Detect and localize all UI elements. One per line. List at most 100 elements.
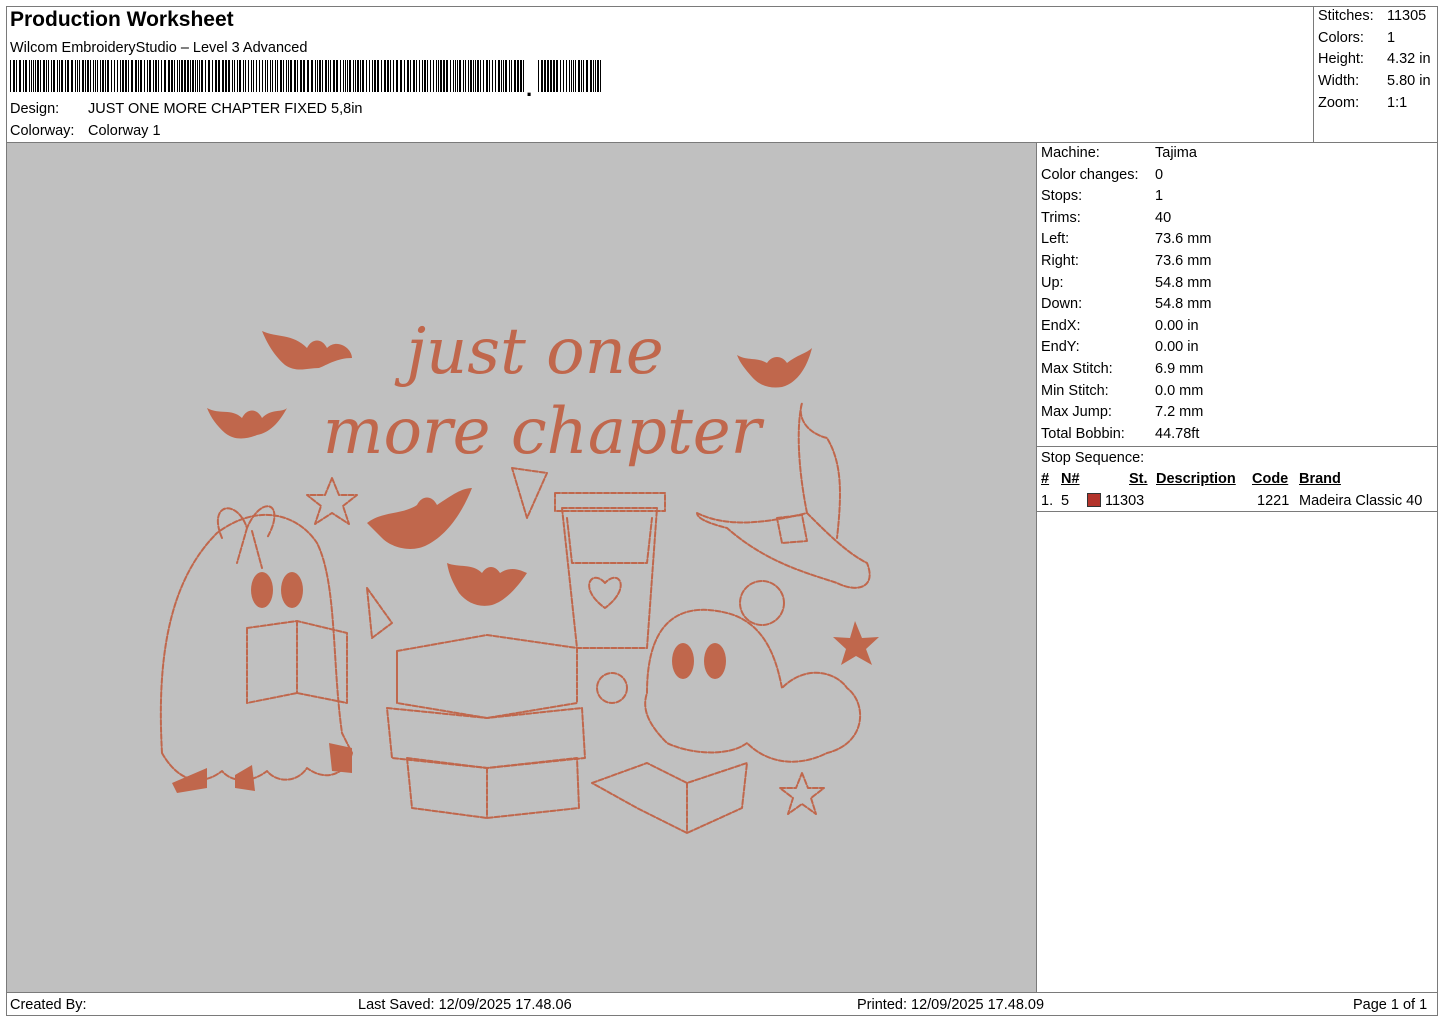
page-number: Page 1 of 1 — [1353, 997, 1428, 1013]
stat-value: 1:1 — [1387, 94, 1408, 111]
stat-row: Stitches: 11305 — [1318, 8, 1438, 30]
stat-label: Stitches: — [1318, 8, 1374, 24]
info-value: Tajima — [1155, 145, 1197, 161]
bat-top-right — [737, 348, 812, 388]
book-stack-bottom — [406, 757, 580, 819]
stop-sequence-row: 1. 5 11303 1221 Madeira Classic 40 — [1041, 493, 1437, 513]
info-label: Machine: — [1041, 145, 1100, 161]
info-bottom-rule — [1036, 446, 1438, 447]
left-ghost-outline — [159, 513, 353, 781]
bat-center — [447, 563, 527, 606]
stat-row: Height: 4.32 in — [1318, 51, 1438, 73]
info-label: Max Jump: — [1041, 404, 1112, 421]
info-row: Up: 54.8 mm — [1041, 275, 1437, 297]
info-row: EndY: 0.00 in — [1041, 339, 1437, 361]
stop-sequence-rule — [1036, 511, 1438, 512]
info-label: Left: — [1041, 231, 1070, 248]
colorway-label: Colorway: — [10, 123, 75, 139]
panel-divider — [1036, 143, 1037, 992]
colorway-row: Colorway: Colorway 1 — [10, 123, 161, 139]
bat-top-left — [262, 331, 352, 370]
info-value: 0.00 in — [1155, 317, 1199, 334]
flower-small — [596, 672, 628, 704]
design-label: Design: — [10, 101, 60, 117]
coffee-cup-heart — [588, 576, 622, 609]
info-row: Left: 73.6 mm — [1041, 231, 1437, 253]
info-row: Trims: 40 — [1041, 210, 1437, 232]
footer-rule — [6, 992, 1438, 993]
stat-label: Height: — [1318, 51, 1364, 68]
stop-code: 1221 — [1257, 493, 1290, 509]
info-row: Machine: Tajima — [1041, 145, 1437, 167]
color-swatch — [1087, 493, 1101, 510]
book-stack-top — [396, 634, 578, 719]
info-row: Max Jump: 7.2 mm — [1041, 404, 1437, 426]
bat-left — [207, 408, 287, 439]
star-filled — [833, 621, 879, 665]
info-value: 40 — [1155, 209, 1172, 226]
info-row: Down: 54.8 mm — [1041, 296, 1437, 318]
stat-value: 11305 — [1387, 8, 1427, 24]
svg-text:,: , — [526, 76, 532, 96]
embroidery-artwork: just one more chapter — [159, 315, 879, 834]
colorway-value: Colorway 1 — [88, 123, 161, 139]
info-value: 1 — [1155, 188, 1164, 205]
swatch-chip — [1087, 493, 1101, 507]
info-value: 44.78ft — [1155, 425, 1200, 442]
info-label: Right: — [1041, 252, 1079, 269]
star-outline-left — [306, 477, 358, 525]
col-code: Code — [1252, 471, 1289, 487]
candy-corn-top — [511, 467, 548, 519]
col-num: # — [1041, 471, 1050, 487]
stat-value: 4.32 in — [1387, 51, 1431, 68]
col-description: Description — [1156, 471, 1236, 487]
stat-row: Colors: 1 — [1318, 30, 1438, 52]
info-row: Right: 73.6 mm — [1041, 253, 1437, 275]
info-label: Min Stitch: — [1041, 382, 1109, 399]
last-saved: Last Saved: 12/09/2025 17.48.06 — [358, 997, 572, 1013]
left-ghost-eye-1 — [251, 572, 273, 608]
stat-row: Width: 5.80 in — [1318, 73, 1438, 95]
design-text-line2: more chapter — [323, 395, 765, 469]
col-needle: N# — [1061, 471, 1080, 487]
page-title: Production Worksheet — [10, 8, 234, 31]
stop-sequence-header: # N# St. Description Code Brand — [1041, 471, 1437, 491]
stat-label: Colors: — [1318, 29, 1364, 46]
info-row: Stops: 1 — [1041, 188, 1437, 210]
printed-date: Printed: 12/09/2025 17.48.09 — [857, 997, 1045, 1013]
stat-row: Zoom: 1:1 — [1318, 95, 1438, 117]
candy-corn-left — [366, 587, 393, 639]
info-value: 0 — [1155, 166, 1164, 183]
info-value: 73.6 mm — [1155, 231, 1212, 248]
left-ghost-foot-2 — [235, 765, 255, 791]
info-label: Trims: — [1041, 209, 1081, 226]
coffee-cup — [554, 492, 666, 649]
right-ghost-eye-1 — [672, 643, 694, 679]
stat-label: Width: — [1318, 73, 1360, 90]
stat-value: 1 — [1387, 29, 1396, 46]
col-stitches: St. — [1129, 471, 1148, 487]
info-label: Color changes: — [1041, 166, 1139, 183]
software-name: Wilcom EmbroideryStudio – Level 3 Advanc… — [10, 40, 308, 56]
right-ghost-eye-2 — [704, 643, 726, 679]
info-value: 54.8 mm — [1155, 274, 1212, 291]
info-value: 0.0 mm — [1155, 382, 1204, 399]
info-value: 6.9 mm — [1155, 360, 1204, 377]
barcode-image: , — [10, 60, 601, 96]
info-row: Max Stitch: 6.9 mm — [1041, 361, 1437, 383]
stop-needle: 5 — [1061, 493, 1070, 509]
info-label: Total Bobbin: — [1041, 425, 1125, 442]
stat-value: 5.80 in — [1387, 73, 1431, 90]
info-row: EndX: 0.00 in — [1041, 318, 1437, 340]
info-row: Min Stitch: 0.0 mm — [1041, 383, 1437, 405]
flower-large — [739, 580, 785, 626]
header-divider — [1313, 6, 1314, 143]
stats-panel: Stitches: 11305 Colors: 1 Height: 4.32 in Widt… — [1318, 8, 1438, 116]
info-label: EndY: — [1041, 339, 1080, 356]
design-preview: just one more chapter — [7, 143, 1036, 992]
bat-middle — [367, 488, 472, 549]
info-value: 7.2 mm — [1155, 404, 1204, 421]
info-row: Total Bobbin: 44.78ft — [1041, 426, 1437, 448]
machine-info-panel: Machine: Tajima Color changes: 0 Stops: 1 Trim… — [1041, 145, 1437, 447]
left-ghost-book — [246, 620, 348, 704]
